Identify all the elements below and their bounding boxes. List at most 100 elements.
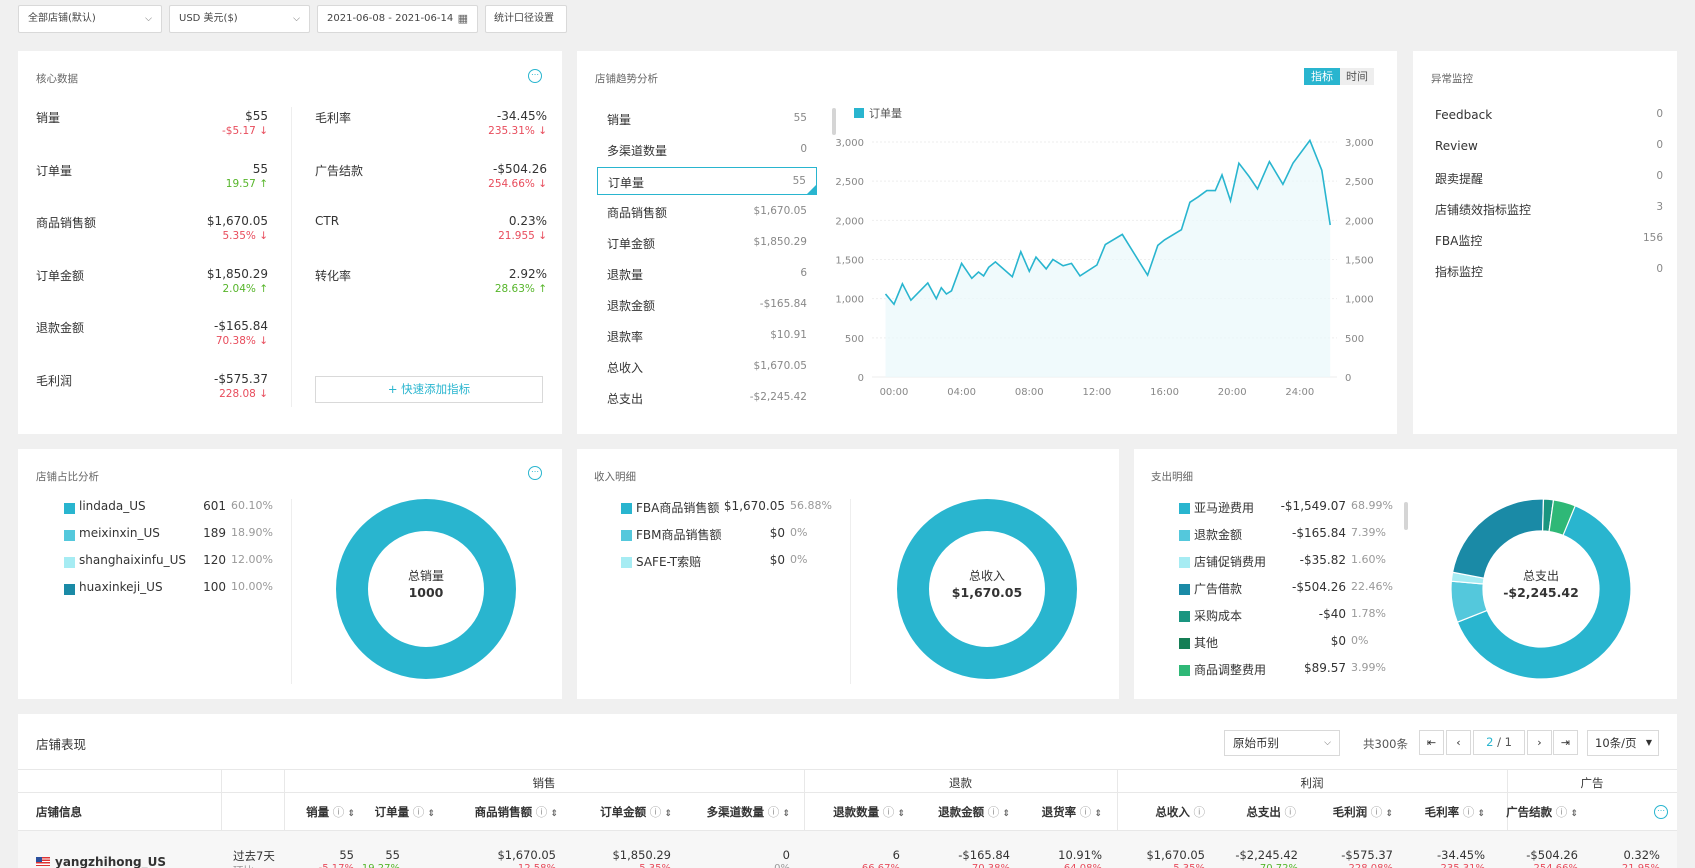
metric-value: 0.23% [508, 214, 547, 228]
trend-metric-item[interactable]: 多渠道数量 0 [597, 136, 817, 164]
trend-metric-item[interactable]: 退款率 $10.91 [597, 322, 817, 350]
column-header[interactable]: 毛利润 ⓘ ⇕ [1333, 804, 1393, 820]
legend-name: 商品调整费用 [1194, 663, 1267, 677]
y2-tick-label: 1,000 [1345, 295, 1374, 306]
legend-value: -$165.84 [1292, 526, 1346, 540]
x-tick-label: 12:00 [1082, 387, 1111, 398]
alert-label: Review [1435, 139, 1478, 153]
alert-item[interactable]: 跟卖提醒 0 [1435, 170, 1663, 190]
sort-icon[interactable]: ⇕ [894, 809, 905, 819]
metric-value: $55 [245, 109, 268, 123]
metric-label: 转化率 [315, 268, 352, 283]
currency-select[interactable]: USD 美元($) ⌵ [169, 5, 310, 33]
sort-icon[interactable]: ⇕ [344, 809, 355, 819]
table-cell-value: 10.91% [1058, 848, 1102, 862]
sort-icon[interactable]: ⇕ [779, 809, 790, 819]
table-cell-value: 0.32% [1623, 848, 1660, 862]
sort-icon[interactable]: ⇕ [547, 809, 558, 819]
metric-change-value: 19.57 [225, 177, 256, 190]
sort-icon[interactable]: ⇕ [999, 809, 1010, 819]
alert-label: 指标监控 [1435, 265, 1484, 279]
next-page-button[interactable]: › [1527, 730, 1552, 755]
column-header[interactable]: 多渠道数量 ⓘ ⇕ [707, 804, 790, 820]
date-range-picker[interactable]: 2021-06-08 - 2021-06-14 ▦ [317, 5, 478, 33]
metric-label: 订单量 [36, 163, 73, 178]
column-header-label: 毛利润 [1332, 805, 1368, 819]
metric-change: 228.08 ↓ [219, 388, 268, 400]
last-page-button[interactable]: ⇥ [1553, 730, 1578, 755]
trend-metric-value: $1,670.05 [753, 205, 807, 217]
alert-item[interactable]: Review 0 [1435, 139, 1663, 159]
first-page-button[interactable]: ⇤ [1419, 730, 1444, 755]
column-header-label: 订单金额 [600, 805, 647, 819]
sort-icon[interactable]: ⇕ [1382, 809, 1393, 819]
column-header[interactable]: 广告结款 ⓘ ⇕ [1506, 804, 1578, 820]
add-metric-button[interactable]: + 快速添加指标 [315, 376, 543, 403]
metric-value: $1,670.05 [206, 214, 268, 228]
column-header[interactable]: 总支出 ⓘ [1246, 804, 1296, 820]
trend-metric-item[interactable]: 总收入 $1,670.05 [597, 353, 817, 381]
arrow-down-icon: ↓ [534, 177, 547, 190]
column-header[interactable]: 订单量 ⓘ ⇕ [375, 804, 435, 820]
trend-metric-label: 总支出 [607, 392, 644, 406]
total-count: 共300条 [1363, 737, 1408, 751]
table-cell-value: 55 [339, 848, 354, 862]
settings-icon[interactable]: ⋯ [528, 69, 542, 83]
settings-icon[interactable]: ⋯ [1654, 805, 1668, 819]
legend-percent: 60.10% [231, 499, 273, 512]
trend-metric-item[interactable]: 商品销售额 $1,670.05 [597, 198, 817, 226]
alert-item[interactable]: 指标监控 0 [1435, 263, 1663, 283]
legend-swatch [1179, 530, 1190, 541]
y-tick-label: 1,500 [835, 256, 864, 267]
y-tick-label: 0 [858, 373, 864, 384]
chevron-down-icon: ⌵ [293, 14, 300, 24]
arrow-down-icon: ↓ [534, 230, 547, 242]
scrollbar[interactable] [1404, 502, 1408, 530]
trend-metric-item[interactable]: 订单量 55 [597, 167, 817, 195]
trend-metric-item[interactable]: 总支出 -$2,245.42 [597, 384, 817, 412]
legend-percent: 1.78% [1351, 607, 1386, 620]
legend-percent: 7.39% [1351, 526, 1386, 539]
alert-item[interactable]: 店铺绩效指标监控 3 [1435, 201, 1663, 221]
tab-metrics[interactable]: 指标 [1304, 68, 1340, 85]
column-header[interactable]: 退货率 ⓘ ⇕ [1042, 804, 1102, 820]
column-header[interactable]: 销量 ⓘ ⇕ [306, 804, 355, 820]
shop-select[interactable]: 全部店铺(默认) ⌵ [18, 5, 162, 33]
trend-metric-item[interactable]: 销量 55 [597, 105, 817, 133]
stat-settings-button[interactable]: 统计口径设置 [485, 5, 567, 33]
info-icon: ⓘ [532, 805, 548, 819]
sort-icon[interactable]: ⇕ [1091, 809, 1102, 819]
column-header[interactable]: 商品销售额 ⓘ ⇕ [475, 804, 558, 820]
metric-value: -$165.84 [214, 319, 268, 333]
trend-metric-item[interactable]: 退款金额 -$165.84 [597, 291, 817, 319]
x-tick-label: 08:00 [1015, 387, 1044, 398]
sort-icon[interactable]: ⇕ [1474, 809, 1485, 819]
alert-item[interactable]: Feedback 0 [1435, 108, 1663, 128]
column-header[interactable]: 订单金额 ⓘ ⇕ [600, 804, 672, 820]
y2-tick-label: 1,500 [1345, 256, 1374, 267]
legend-name: 其他 [1194, 636, 1219, 650]
shop-name: yangzhihong_US [55, 855, 166, 868]
metric-change-value: 2.04% [222, 282, 256, 295]
page-size-select[interactable]: 10条/页 ▼ [1587, 730, 1659, 756]
tab-time[interactable]: 时间 [1340, 68, 1374, 85]
settings-icon[interactable]: ⋯ [528, 466, 542, 480]
column-header[interactable]: 退款金额 ⓘ ⇕ [938, 804, 1010, 820]
sort-icon[interactable]: ⇕ [661, 809, 672, 819]
prev-page-button[interactable]: ‹ [1446, 730, 1471, 755]
alert-item[interactable]: FBA监控 156 [1435, 232, 1663, 252]
trend-metric-item[interactable]: 退款量 6 [597, 260, 817, 288]
page-input[interactable]: 2 / 1 [1473, 730, 1525, 755]
column-header[interactable]: 退款数量 ⓘ ⇕ [833, 804, 905, 820]
column-header[interactable]: 毛利率 ⓘ ⇕ [1425, 804, 1485, 820]
legend-swatch [621, 503, 632, 514]
trend-metric-item[interactable]: 订单金额 $1,850.29 [597, 229, 817, 257]
legend-percent: 3.99% [1351, 661, 1386, 674]
currency-type-select[interactable]: 原始币别 ⌵ [1224, 730, 1340, 756]
sort-icon[interactable]: ⇕ [424, 809, 435, 819]
alert-count: 0 [1656, 108, 1663, 120]
column-header[interactable]: 总收入 ⓘ [1155, 804, 1205, 820]
metric-left-4: 退款金额 -$165.84 70.38% ↓ [36, 319, 268, 359]
column-header-label: 毛利率 [1424, 805, 1460, 819]
sort-icon[interactable]: ⇕ [1567, 809, 1578, 819]
